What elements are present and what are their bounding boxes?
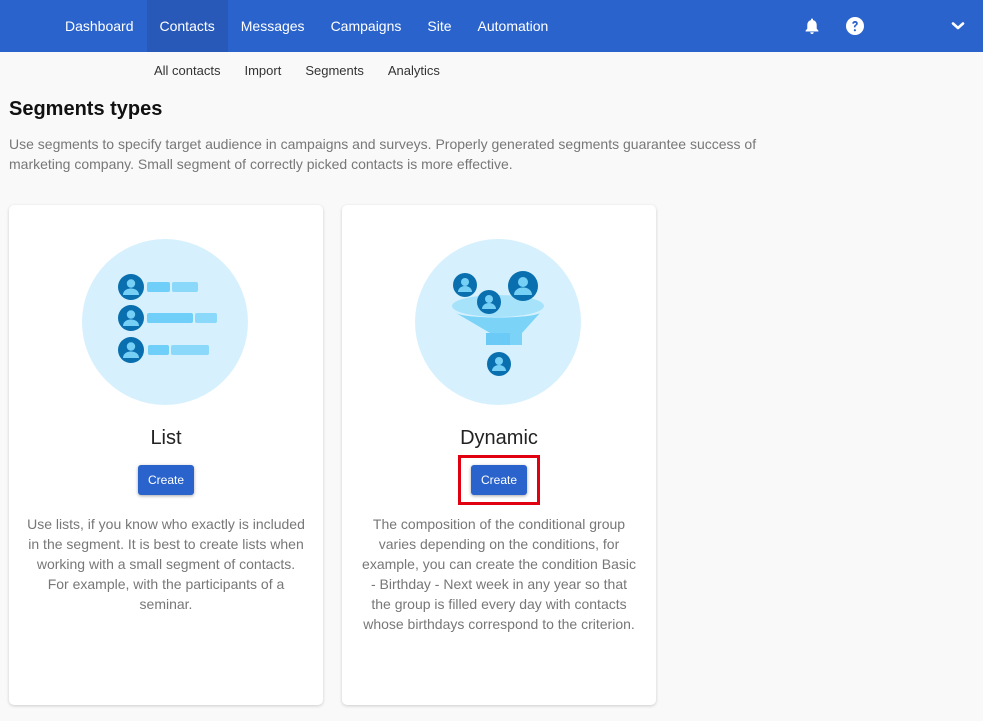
page-title: Segments types bbox=[9, 98, 163, 120]
nav-dashboard[interactable]: Dashboard bbox=[52, 0, 147, 52]
page-description: Use segments to specify target audience … bbox=[9, 136, 757, 172]
subnav-segments[interactable]: Segments bbox=[293, 63, 376, 78]
person-icon bbox=[508, 271, 538, 301]
subnav-all-contacts[interactable]: All contacts bbox=[142, 63, 232, 78]
bell-icon[interactable] bbox=[800, 14, 824, 38]
nav-messages[interactable]: Messages bbox=[228, 0, 318, 52]
create-list-button[interactable]: Create bbox=[138, 465, 194, 495]
subnav-import[interactable]: Import bbox=[232, 63, 293, 78]
card-description: The composition of the conditional group… bbox=[362, 516, 636, 632]
funnel-illustration bbox=[415, 239, 581, 405]
card-title: List bbox=[150, 427, 182, 449]
card-description: Use lists, if you know who exactly is in… bbox=[27, 516, 305, 612]
nav-campaigns[interactable]: Campaigns bbox=[318, 0, 415, 52]
help-icon[interactable] bbox=[843, 14, 867, 38]
card-title: Dynamic bbox=[460, 427, 538, 449]
main-nav: Dashboard Contacts Messages Campaigns Si… bbox=[52, 0, 561, 52]
subnav-analytics[interactable]: Analytics bbox=[376, 63, 452, 78]
nav-site[interactable]: Site bbox=[414, 0, 464, 52]
person-icon bbox=[477, 290, 501, 314]
chevron-down-icon[interactable] bbox=[946, 14, 970, 38]
top-navigation-bar: Dashboard Contacts Messages Campaigns Si… bbox=[0, 0, 983, 52]
segment-card-dynamic: Dynamic Create The composition of the co… bbox=[342, 205, 656, 705]
sub-navigation: All contacts Import Segments Analytics bbox=[142, 52, 452, 88]
contact-list-illustration bbox=[82, 239, 248, 405]
person-icon bbox=[453, 273, 477, 297]
nav-contacts[interactable]: Contacts bbox=[146, 0, 228, 52]
person-icon bbox=[487, 352, 511, 376]
create-dynamic-button[interactable]: Create bbox=[471, 465, 527, 495]
nav-automation[interactable]: Automation bbox=[465, 0, 562, 52]
segment-card-list: List Create Use lists, if you know who e… bbox=[9, 205, 323, 705]
